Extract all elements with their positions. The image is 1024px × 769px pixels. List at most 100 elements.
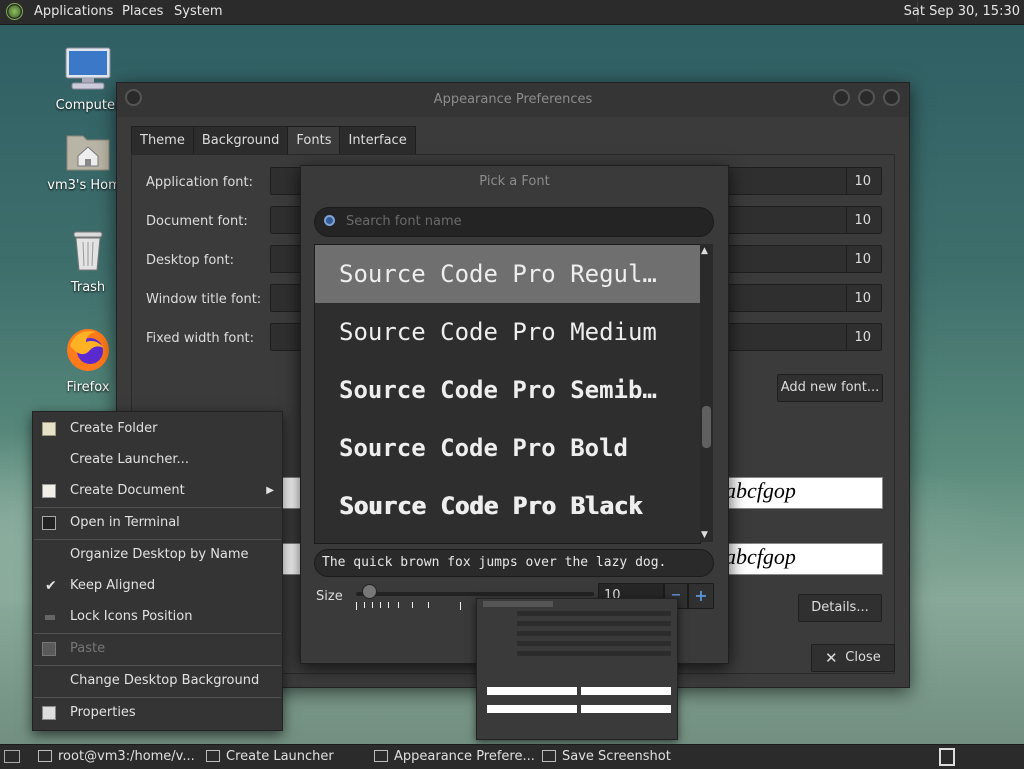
new-document-icon [42, 484, 56, 498]
taskbar-item-label: Create Launcher [226, 749, 334, 764]
window-title-font-label: Window title font: [146, 292, 262, 307]
trash-icon [73, 231, 103, 271]
font-list-item[interactable]: Source Code Pro Black [315, 477, 700, 535]
close-button-label: Close [845, 650, 881, 665]
window-title[interactable]: Appearance Preferences [117, 83, 909, 117]
appearance-icon [374, 750, 388, 762]
taskbar-item-terminal[interactable]: root@vm3:/home/v... [38, 749, 195, 764]
clock[interactable]: Sat Sep 30, 15:30 [904, 4, 1020, 19]
font-list-scrollbar[interactable]: ▲ ▼ [700, 244, 713, 542]
home-folder-icon [66, 135, 110, 171]
top-panel: Applications Places System Sat Sep 30, 1… [0, 0, 1024, 25]
document-font-label: Document font: [146, 214, 248, 229]
font-list-item[interactable]: Source Code Pro Medium [315, 303, 700, 361]
font-size: 10 [854, 252, 871, 267]
menu-system[interactable]: System [174, 4, 222, 19]
menu-separator [34, 697, 281, 698]
slider-tick [428, 602, 429, 608]
lock-icon [45, 615, 55, 620]
menu-item-properties[interactable]: Properties [33, 699, 282, 727]
menu-separator [34, 507, 281, 508]
scroll-down-icon[interactable]: ▼ [701, 530, 708, 540]
check-icon: ✔ [45, 578, 57, 594]
pick-a-font-dialog: Pick a Font Search font name Source Code… [300, 165, 729, 664]
bottom-panel: root@vm3:/home/v... Create Launcher Appe… [0, 744, 1024, 769]
slider-tick [388, 602, 389, 608]
menu-item-open-terminal[interactable]: Open in Terminal [33, 509, 282, 537]
font-size: 10 [854, 291, 871, 306]
taskbar-item-appearance[interactable]: Appearance Prefere... [374, 749, 535, 764]
mate-logo-icon[interactable] [6, 3, 23, 20]
font-list-item[interactable]: Source Code Pro Bold [315, 419, 700, 477]
menu-item-label: Organize Desktop by Name [70, 547, 249, 562]
fixed-width-font-label: Fixed width font: [146, 331, 255, 346]
slider-tick [412, 602, 413, 608]
menu-item-label: Create Launcher... [70, 452, 189, 467]
font-search-input[interactable]: Search font name [314, 207, 714, 237]
add-new-font-button[interactable]: Add new font... [777, 374, 883, 402]
window-close-icon[interactable] [883, 89, 900, 106]
launcher-icon [206, 750, 220, 762]
close-icon: ✕ [825, 649, 838, 667]
tab-interface[interactable]: Interface [339, 126, 416, 156]
menu-item-keep-aligned[interactable]: ✔ Keep Aligned [33, 572, 282, 600]
dialog-title[interactable]: Pick a Font [301, 166, 728, 198]
menu-item-change-background[interactable]: Change Desktop Background [33, 667, 282, 695]
menu-item-label: Open in Terminal [70, 515, 180, 530]
maximize-icon[interactable] [858, 89, 875, 106]
menu-applications[interactable]: Applications [34, 4, 113, 19]
scroll-up-icon[interactable]: ▲ [701, 246, 708, 256]
menu-item-label: Lock Icons Position [70, 609, 193, 624]
font-list-item[interactable]: Source Code Pro Regul… [315, 245, 700, 303]
slider-tick [398, 602, 399, 608]
menu-item-label: Create Folder [70, 421, 158, 436]
show-desktop-icon[interactable] [4, 750, 20, 763]
menu-item-lock-icons[interactable]: Lock Icons Position [33, 603, 282, 631]
taskbar-item-create-launcher[interactable]: Create Launcher [206, 749, 334, 764]
menu-item-create-document[interactable]: Create Document ▶ [33, 477, 282, 505]
menu-item-create-folder[interactable]: Create Folder [33, 415, 282, 443]
application-font-label: Application font: [146, 175, 254, 190]
menu-item-create-launcher[interactable]: Create Launcher... [33, 446, 282, 474]
size-slider[interactable] [356, 592, 594, 596]
sample-text: abcfgop [725, 478, 796, 503]
font-list[interactable]: Source Code Pro Regul… Source Code Pro M… [314, 244, 701, 544]
tab-theme[interactable]: Theme [131, 126, 194, 156]
workspace-switcher[interactable] [939, 748, 955, 766]
taskbar-item-label: Appearance Prefere... [394, 749, 535, 764]
menu-item-label: Change Desktop Background [70, 673, 260, 688]
tab-bar: Theme Background Fonts Interface [131, 126, 416, 156]
menu-item-label: Create Document [70, 483, 185, 498]
slider-tick [364, 602, 365, 608]
tab-background[interactable]: Background [192, 126, 289, 156]
menu-item-label: Keep Aligned [70, 578, 156, 593]
paste-icon [42, 642, 56, 656]
font-list-item[interactable]: Source Code Pro Semib… [315, 361, 700, 419]
terminal-icon [38, 750, 52, 762]
terminal-icon [42, 516, 56, 530]
window-menu-icon[interactable] [125, 89, 142, 106]
properties-icon [42, 706, 56, 720]
sample-text: abcfgop [725, 544, 796, 569]
search-icon [324, 215, 335, 226]
menu-item-label: Properties [70, 705, 136, 720]
details-button[interactable]: Details... [798, 594, 882, 622]
taskbar-item-save-screenshot[interactable]: Save Screenshot [542, 749, 671, 764]
screenshot-thumbnail [476, 598, 678, 740]
font-preview-entry[interactable]: The quick brown fox jumps over the lazy … [314, 549, 714, 577]
size-slider-handle[interactable] [362, 584, 377, 599]
tab-fonts[interactable]: Fonts [287, 126, 341, 156]
new-folder-icon [42, 422, 56, 436]
slider-tick [380, 602, 381, 608]
minimize-icon[interactable] [833, 89, 850, 106]
screenshot-icon [542, 750, 556, 762]
font-size: 10 [854, 330, 871, 345]
menu-item-organize-by-name[interactable]: Organize Desktop by Name [33, 541, 282, 569]
menu-separator [34, 665, 281, 666]
close-button[interactable]: ✕ Close [811, 644, 895, 672]
desktop-context-menu: Create Folder Create Launcher... Create … [32, 411, 283, 731]
scrollbar-thumb[interactable] [702, 406, 711, 448]
menu-item-label: Paste [70, 641, 106, 656]
menu-places[interactable]: Places [122, 4, 163, 19]
size-increase-button[interactable]: + [688, 583, 714, 609]
